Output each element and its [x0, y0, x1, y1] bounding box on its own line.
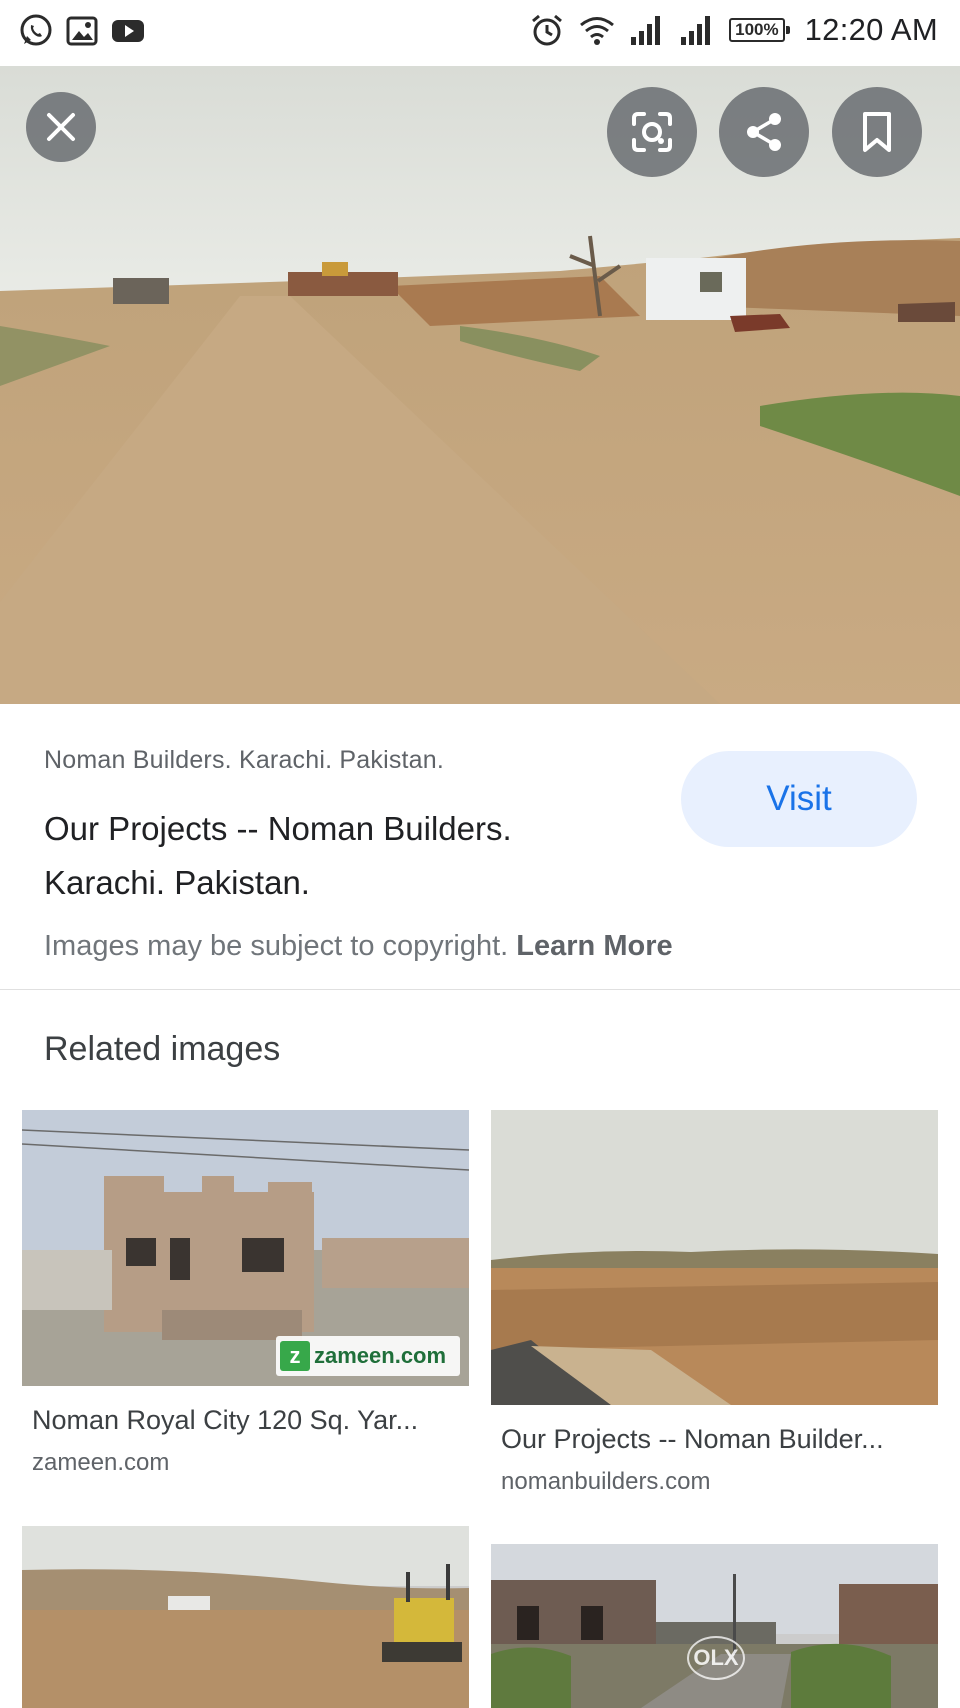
related-domain-1: zameen.com	[32, 1449, 170, 1476]
bookmark-button[interactable]	[832, 87, 922, 177]
page-title[interactable]: Our Projects -- Noman Builders. Karachi.…	[44, 802, 624, 910]
related-images-heading: Related images	[44, 1030, 281, 1068]
related-title-1[interactable]: Noman Royal City 120 Sq. Yar...	[32, 1405, 472, 1436]
related-domain-2: nomanbuilders.com	[501, 1468, 711, 1495]
gallery-icon	[66, 16, 98, 46]
visit-button[interactable]: Visit	[681, 751, 917, 847]
buildings-photo	[491, 1544, 938, 1708]
watermark-text: zameen.com	[314, 1343, 447, 1368]
copyright-text: Images may be subject to copyright.	[44, 930, 509, 962]
related-image-4[interactable]: OLX	[491, 1544, 938, 1708]
olx-watermark: OLX	[687, 1636, 745, 1680]
zameen-watermark: z zameen.com	[276, 1336, 460, 1376]
battery-icon: 100%	[729, 18, 791, 42]
share-button[interactable]	[719, 87, 809, 177]
lens-button[interactable]	[607, 87, 697, 177]
signal-icon-2	[681, 16, 711, 45]
related-image-3[interactable]	[22, 1526, 469, 1708]
system-icons: 100% 12:20 AM	[529, 12, 938, 48]
share-icon	[747, 113, 781, 151]
source-name: Noman Builders. Karachi. Pakistan.	[44, 746, 445, 774]
bulldozer-photo	[22, 1526, 469, 1708]
whatsapp-icon	[20, 14, 52, 46]
barren-land-photo	[491, 1110, 938, 1405]
learn-more-link[interactable]: Learn More	[516, 930, 672, 962]
result-info: Noman Builders. Karachi. Pakistan. Our P…	[0, 704, 960, 990]
related-title-2[interactable]: Our Projects -- Noman Builder...	[501, 1424, 941, 1455]
notification-icons	[18, 13, 146, 49]
zameen-logo-icon: z	[280, 1341, 310, 1371]
youtube-icon	[112, 20, 144, 42]
signal-icon	[631, 16, 661, 45]
dirt-road-photo	[0, 66, 960, 704]
related-image-1[interactable]: z zameen.com	[22, 1110, 469, 1386]
status-bar: 100% 12:20 AM	[0, 0, 960, 66]
alarm-icon	[532, 14, 563, 46]
wifi-icon	[580, 17, 615, 45]
copyright-notice: Images may be subject to copyright. Lear…	[44, 930, 673, 963]
lens-icon	[632, 112, 672, 152]
related-image-2[interactable]	[491, 1110, 938, 1405]
clock: 12:20 AM	[804, 12, 938, 47]
bookmark-icon	[863, 112, 891, 152]
preview-image[interactable]	[0, 66, 960, 704]
close-icon	[47, 113, 75, 141]
close-button[interactable]	[26, 92, 96, 162]
